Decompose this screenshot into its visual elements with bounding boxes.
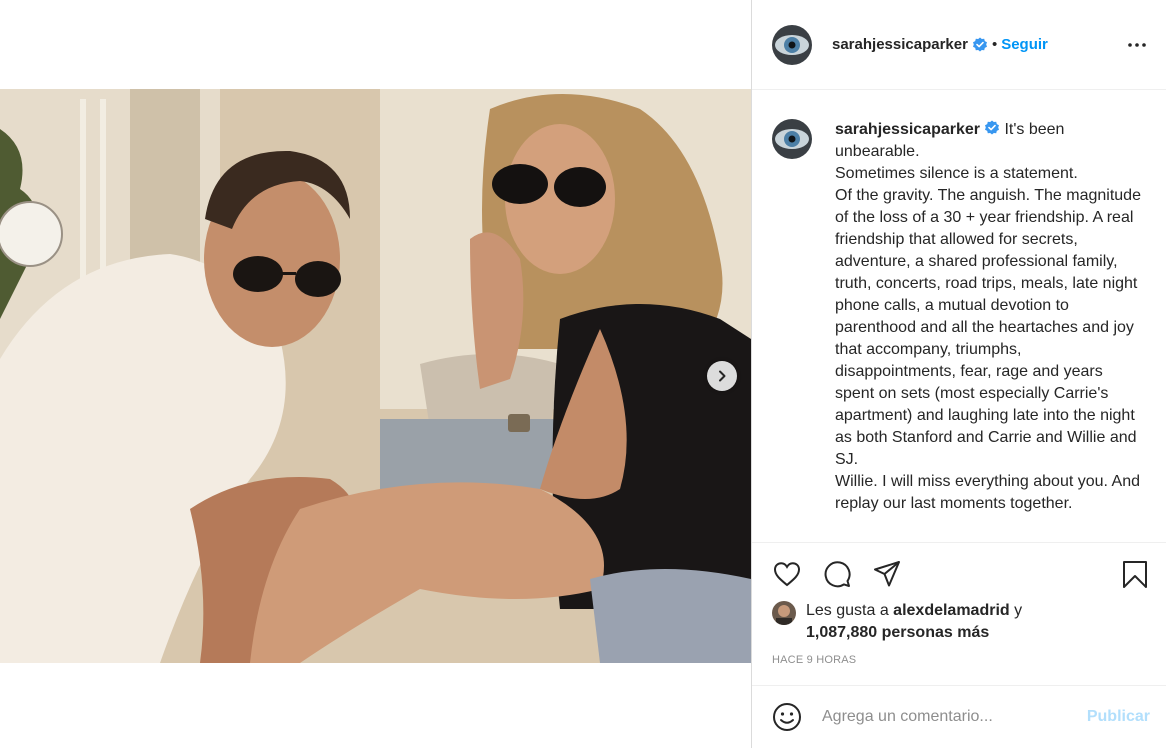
bookmark-icon[interactable] bbox=[1120, 559, 1150, 589]
follow-button[interactable]: Seguir bbox=[1001, 36, 1048, 53]
caption-text: sarahjessicaparker It's been unbearable.… bbox=[835, 119, 1145, 515]
comment-input[interactable] bbox=[822, 708, 1087, 726]
liker-avatar[interactable] bbox=[772, 601, 796, 625]
verified-badge-icon bbox=[972, 37, 987, 51]
publish-button[interactable]: Publicar bbox=[1087, 708, 1150, 726]
next-photo-button[interactable] bbox=[707, 361, 737, 391]
profile-avatar[interactable] bbox=[772, 24, 812, 65]
chevron-right-icon bbox=[719, 370, 726, 382]
likes-text: Les gusta a alexdelamadrid y 1,087,880 p… bbox=[806, 600, 1022, 644]
smiley-icon[interactable] bbox=[772, 702, 802, 732]
likes-count[interactable]: 1,087,880 personas más bbox=[806, 624, 989, 641]
likes-prefix: Les gusta a bbox=[806, 602, 894, 619]
likes-connector: y bbox=[1009, 602, 1023, 619]
post-timestamp[interactable]: HACE 9 HORAS bbox=[772, 654, 856, 666]
action-bar bbox=[752, 542, 1166, 602]
verified-badge-icon bbox=[985, 120, 999, 135]
header-username[interactable]: sarahjessicaparker bbox=[832, 36, 968, 53]
more-options-icon[interactable] bbox=[1126, 34, 1148, 56]
caption: sarahjessicaparker It's been unbearable.… bbox=[772, 119, 1146, 515]
post-photo[interactable] bbox=[0, 89, 751, 663]
post-side-panel: sarahjessicaparker • Seguir sarahjessica… bbox=[752, 0, 1166, 748]
send-icon[interactable] bbox=[872, 559, 902, 589]
likes-summary: Les gusta a alexdelamadrid y 1,087,880 p… bbox=[772, 600, 1152, 644]
comment-bubble-icon[interactable] bbox=[822, 559, 852, 589]
media-pane bbox=[0, 0, 752, 748]
heart-icon[interactable] bbox=[772, 559, 802, 589]
caption-avatar[interactable] bbox=[772, 119, 812, 159]
liker-username[interactable]: alexdelamadrid bbox=[893, 602, 1010, 619]
comments-section[interactable]: sarahjessicaparker It's been unbearable.… bbox=[752, 91, 1166, 541]
caption-body: It's been unbearable. Sometimes silence … bbox=[835, 121, 1141, 512]
caption-username[interactable]: sarahjessicaparker bbox=[835, 121, 980, 138]
add-comment-bar: Publicar bbox=[752, 685, 1166, 748]
post-header: sarahjessicaparker • Seguir bbox=[752, 0, 1166, 90]
header-separator: • bbox=[991, 36, 998, 53]
